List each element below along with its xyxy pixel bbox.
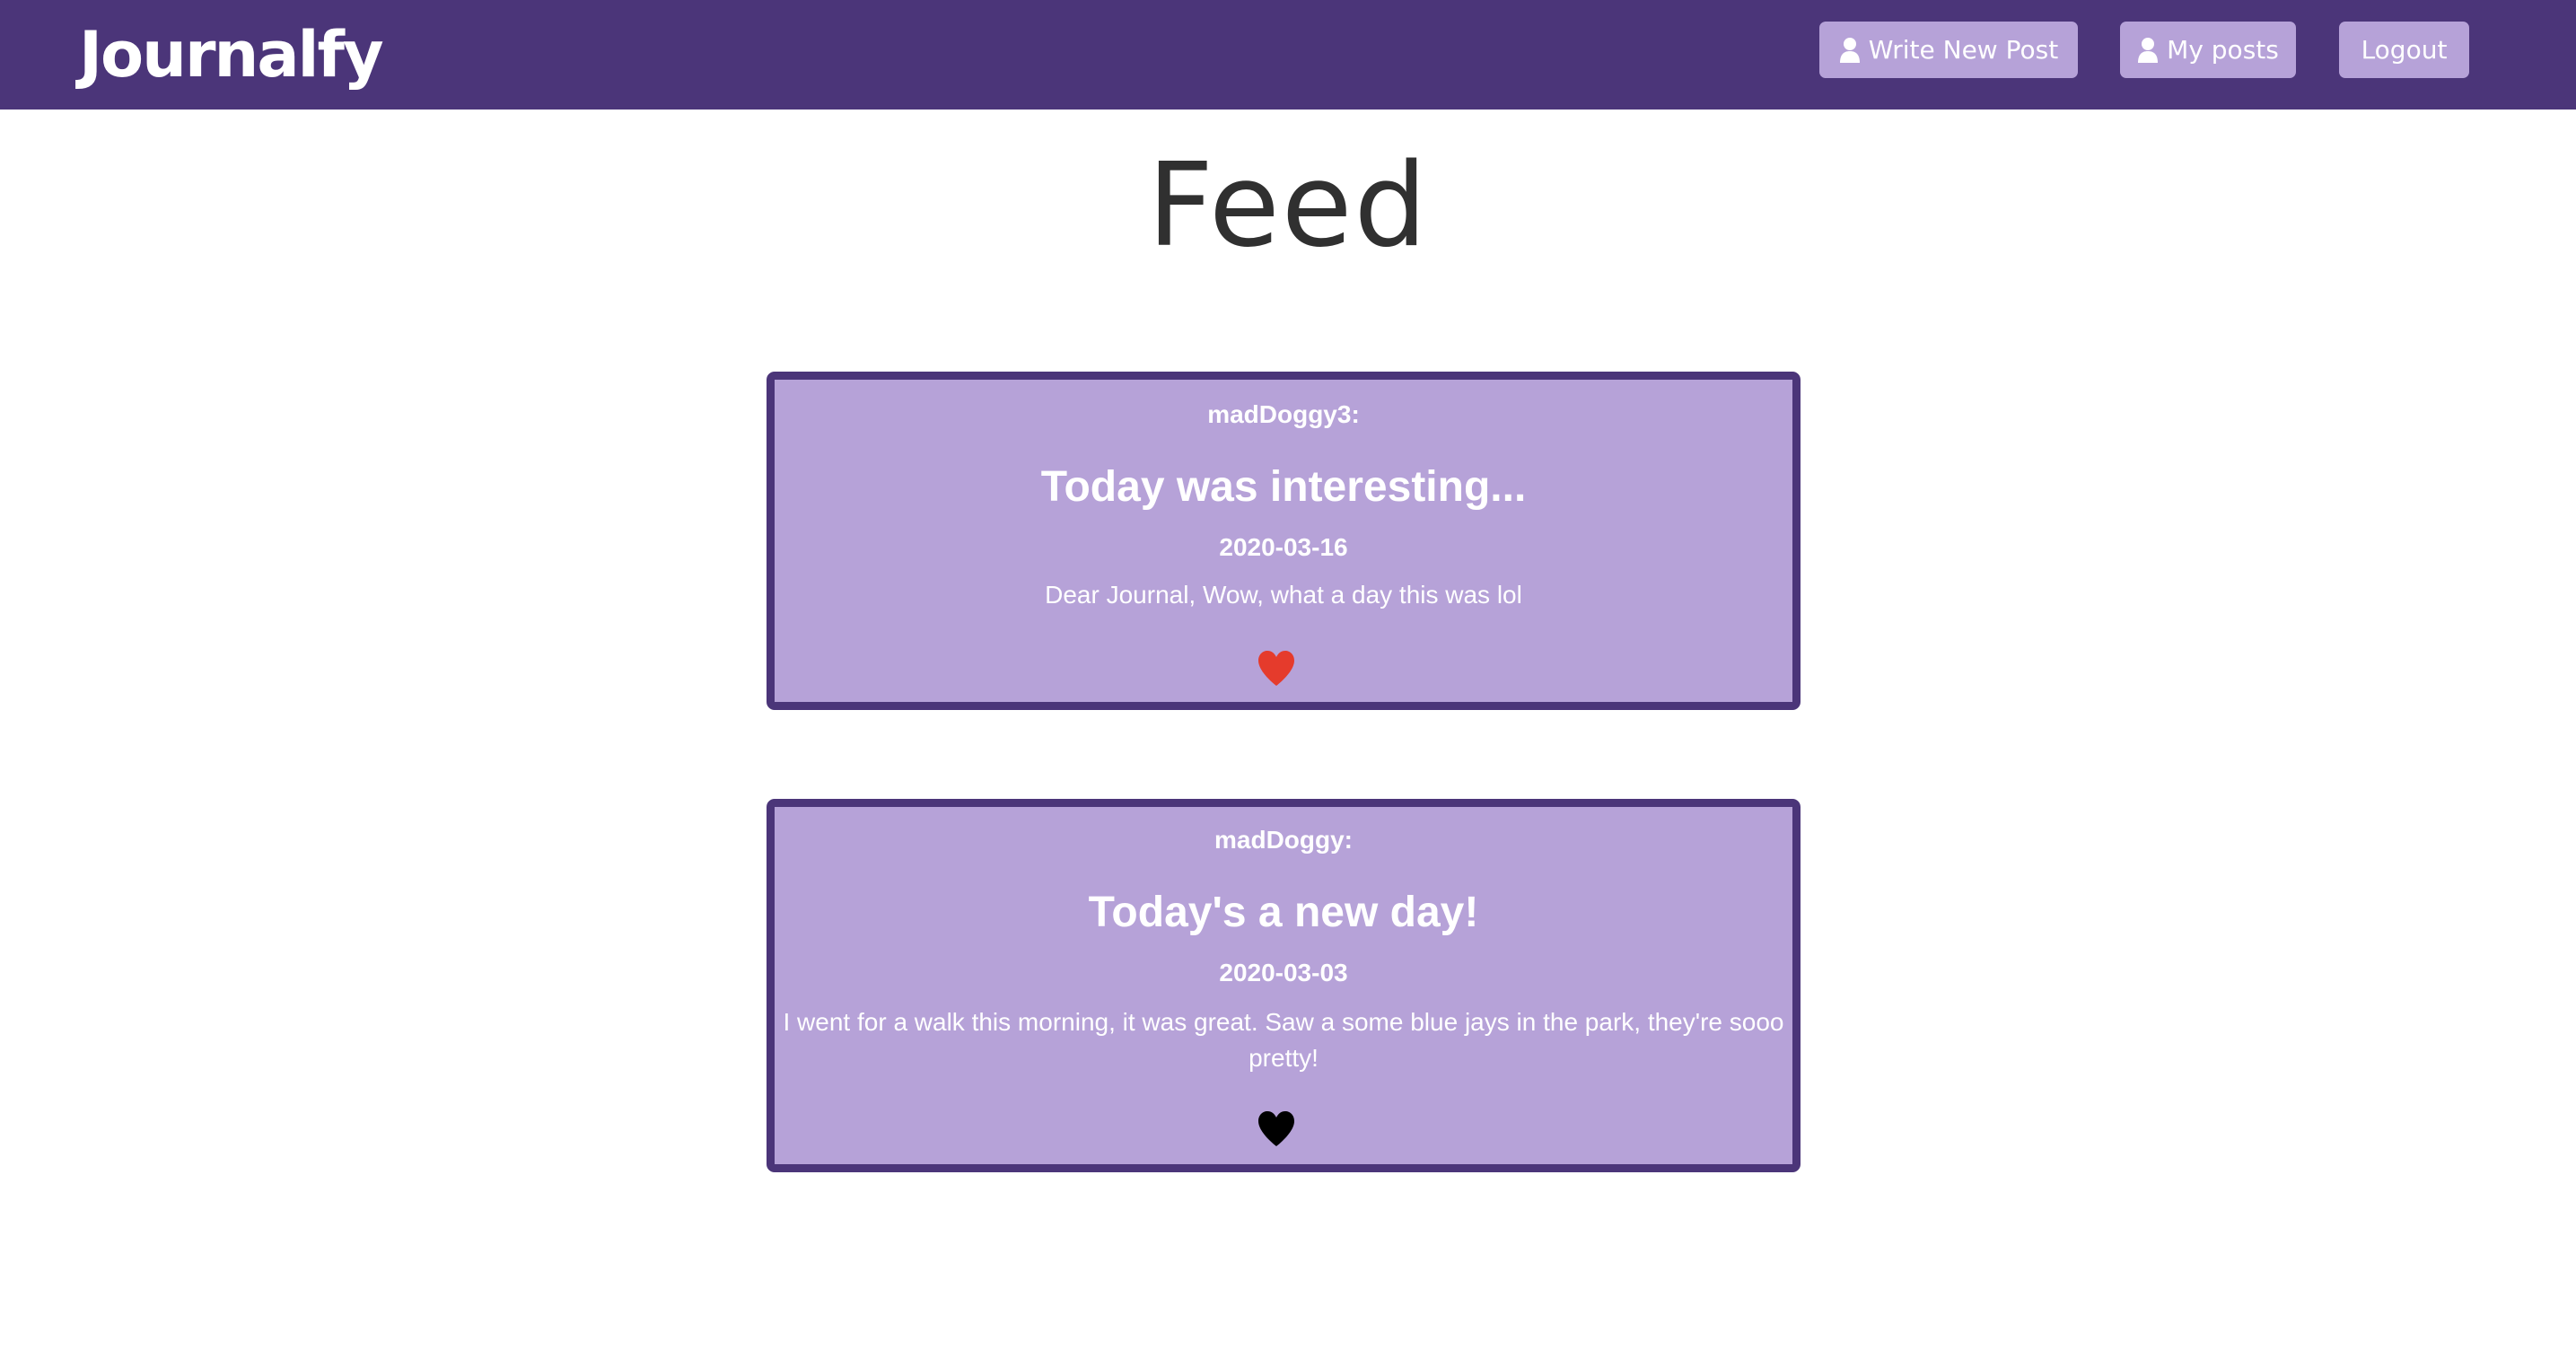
top-navbar: Journalfy Write New Post My posts Logout xyxy=(0,0,2576,110)
heart-icon[interactable] xyxy=(1257,1109,1296,1147)
post-body: I went for a walk this morning, it was g… xyxy=(783,1008,1784,1072)
post-title: Today was interesting... xyxy=(1040,463,1527,511)
post-title: Today's a new day! xyxy=(1088,889,1479,936)
write-new-post-button[interactable]: Write New Post xyxy=(1819,22,2078,78)
user-icon xyxy=(2138,37,2159,63)
post-author: madDoggy3: xyxy=(1207,400,1360,428)
brand-logo[interactable]: Journalfy xyxy=(79,13,384,97)
logout-label: Logout xyxy=(2361,35,2448,65)
logout-button[interactable]: Logout xyxy=(2339,22,2469,78)
post-date: 2020-03-16 xyxy=(1219,533,1348,561)
my-posts-label: My posts xyxy=(2167,35,2279,65)
my-posts-button[interactable]: My posts xyxy=(2120,22,2296,78)
write-new-post-label: Write New Post xyxy=(1868,35,2059,65)
user-icon xyxy=(1839,37,1860,63)
post-card: madDoggy3: Today was interesting... 2020… xyxy=(767,372,1801,710)
page-title: Feed xyxy=(1147,139,1429,273)
post-card: madDoggy: Today's a new day! 2020-03-03 … xyxy=(767,799,1801,1172)
post-body: Dear Journal, Wow, what a day this was l… xyxy=(1045,581,1522,609)
heart-icon[interactable] xyxy=(1257,649,1296,687)
post-date: 2020-03-03 xyxy=(1219,959,1348,986)
post-author: madDoggy: xyxy=(1214,826,1353,854)
